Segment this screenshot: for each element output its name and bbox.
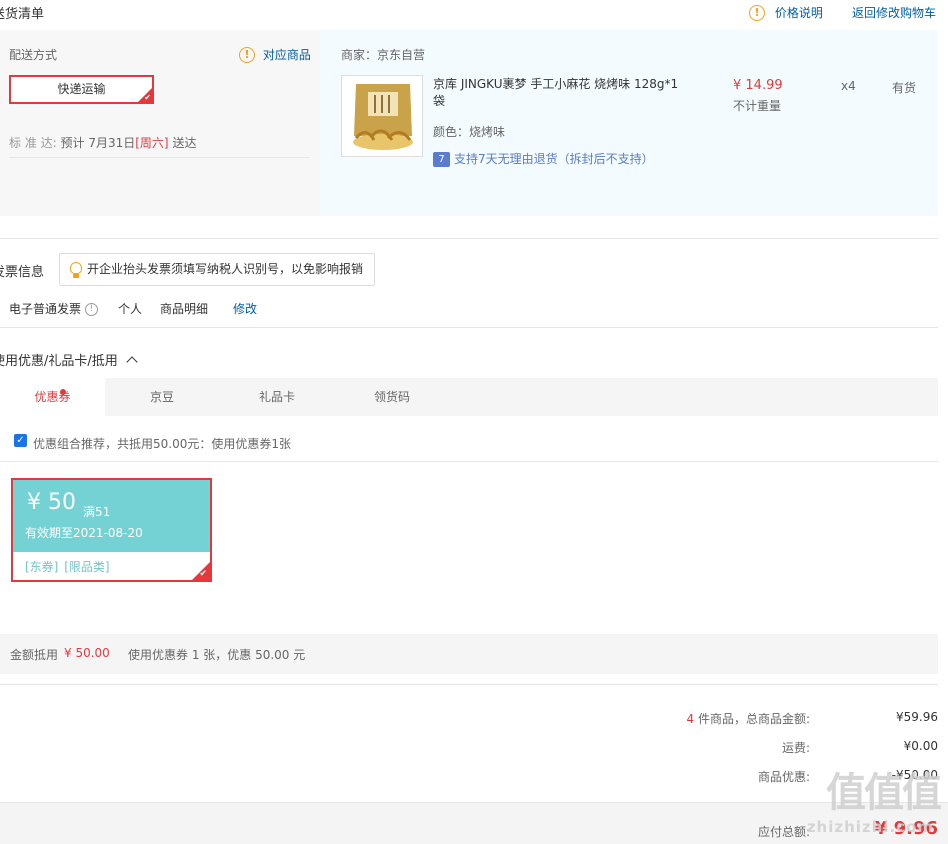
discount-title: 使用优惠/礼品卡/抵用 xyxy=(0,354,118,369)
delivery-method-label: 配送方式 xyxy=(9,48,58,62)
invoice-edit-link[interactable]: 修改 xyxy=(233,300,257,317)
estimate-day: [周六] xyxy=(135,136,169,150)
tab-pickup-code[interactable]: 领货码 xyxy=(342,378,442,416)
watermark-site: zhizhizhi.com xyxy=(806,818,934,836)
coupon-header: ¥ 50 满51 有效期至2021-08-20 xyxy=(13,480,210,552)
section-divider xyxy=(0,684,938,685)
product-name-link[interactable]: 京库 JINGKU裹梦 手工小麻花 烧烤味 128g*1袋 xyxy=(433,76,683,110)
discount-total-label: 商品优惠: xyxy=(757,770,810,784)
weight-note: 不计重量 xyxy=(733,99,782,113)
question-icon[interactable]: ! xyxy=(84,303,98,316)
goods-total-text: 件商品，总商品金额: xyxy=(697,712,810,726)
check-icon: ✔ xyxy=(144,93,151,102)
invoice-person: 个人 xyxy=(118,302,143,316)
discount-toggle[interactable]: 使用优惠/礼品卡/抵用 xyxy=(0,350,138,369)
coupon-condition: 满51 xyxy=(83,505,111,519)
payable-bar: 应付总额: ¥ 9.96 xyxy=(0,802,948,844)
coupon-tag: [限品类] xyxy=(64,560,110,574)
summary-amount: ¥ 50.00 xyxy=(64,646,110,660)
section-divider xyxy=(0,238,938,239)
check-icon: ✔ xyxy=(199,569,207,579)
bulb-icon-base xyxy=(73,274,79,278)
matching-products-label: 对应商品 xyxy=(262,48,311,62)
recommend-text: 优惠组合推荐，共抵用50.00元：使用优惠券1张 xyxy=(33,437,291,451)
recommend-checkbox[interactable]: ✓ xyxy=(14,434,27,447)
coupon-expiry: 有效期至2021-08-20 xyxy=(25,526,143,540)
coupon-card[interactable]: ¥ 50 满51 有效期至2021-08-20 [东券] [限品类] ✔ xyxy=(11,478,212,582)
info-icon: ! xyxy=(239,46,255,63)
delivery-option-label: 快递运输 xyxy=(57,82,106,96)
shipping-fee-amount: ¥0.00 xyxy=(903,739,938,753)
chevron-up-icon xyxy=(126,356,138,368)
coupon-amount: ¥ 50 xyxy=(27,490,76,515)
coupon-tag: [东券] xyxy=(25,560,59,574)
summary-detail: 使用优惠券 1 张，优惠 50.00 元 xyxy=(128,648,306,662)
price-note-link[interactable]: ! 价格说明 xyxy=(749,4,823,22)
invoice-type: 电子普通发票 ! xyxy=(9,300,98,317)
watermark-logo: 值值值 xyxy=(826,770,942,816)
summary-label: 金额抵用 xyxy=(10,648,59,662)
merchant-label: 商家：京东自营 xyxy=(341,48,426,62)
seven-day-return-icon: 7 xyxy=(433,152,450,167)
estimate-suffix: 送达 xyxy=(172,136,197,150)
tab-jingdou[interactable]: 京豆 xyxy=(112,378,212,416)
product-color: 颜色：烧烤味 xyxy=(433,125,506,139)
shipping-list-title: 送货清单 xyxy=(0,7,45,22)
discount-tabs: 优惠券 京豆 礼品卡 领货码 xyxy=(0,378,938,416)
invoice-tip-text: 开企业抬头发票须填写纳税人识别号，以免影响报销 xyxy=(87,262,364,276)
estimate-date: 预计 7月31日 xyxy=(60,136,136,150)
stock-status: 有货 xyxy=(892,81,917,95)
invoice-type-label: 电子普通发票 xyxy=(9,302,82,316)
invoice-title: 发票信息 xyxy=(0,265,45,280)
bulb-icon xyxy=(70,262,82,274)
goods-total-amount: ¥59.96 xyxy=(896,710,938,724)
section-divider xyxy=(0,327,938,328)
item-count: 4 xyxy=(686,712,695,726)
divider xyxy=(0,461,938,462)
invoice-tip: 开企业抬头发票须填写纳税人识别号，以免影响报销 xyxy=(59,253,375,286)
return-policy: 7 支持7天无理由退货（拆封后不支持） xyxy=(433,150,654,167)
new-dot xyxy=(60,389,66,395)
tab-gift-card[interactable]: 礼品卡 xyxy=(227,378,327,416)
standard-label: 标 准 达: xyxy=(9,136,57,150)
snack-bag-icon xyxy=(342,76,422,156)
back-to-cart-link[interactable]: 返回修改购物车 xyxy=(852,4,936,21)
return-policy-text: 支持7天无理由退货（拆封后不支持） xyxy=(454,152,654,166)
express-delivery-option[interactable]: 快递运输 ✔ xyxy=(9,75,154,104)
info-icon: ! xyxy=(749,4,765,21)
shipping-fee-label: 运费: xyxy=(781,741,810,755)
goods-total-label: 4 件商品，总商品金额: xyxy=(686,710,810,727)
product-image[interactable] xyxy=(341,75,423,157)
payable-label: 应付总额: xyxy=(757,825,810,839)
coupon-tags: [东券] [限品类] xyxy=(25,558,110,575)
invoice-detail: 商品明细 xyxy=(160,302,209,316)
divider xyxy=(9,157,309,158)
discount-summary: 金额抵用 ¥ 50.00 使用优惠券 1 张，优惠 50.00 元 xyxy=(0,634,938,674)
product-quantity: x4 xyxy=(841,79,856,93)
matching-products-link[interactable]: ! 对应商品 xyxy=(239,46,311,63)
price-note-label: 价格说明 xyxy=(774,6,823,20)
delivery-estimate: 标 准 达: 预计 7月31日[周六] 送达 xyxy=(9,134,196,151)
product-price: ¥ 14.99 xyxy=(733,78,783,93)
tab-coupons[interactable]: 优惠券 xyxy=(0,378,105,416)
